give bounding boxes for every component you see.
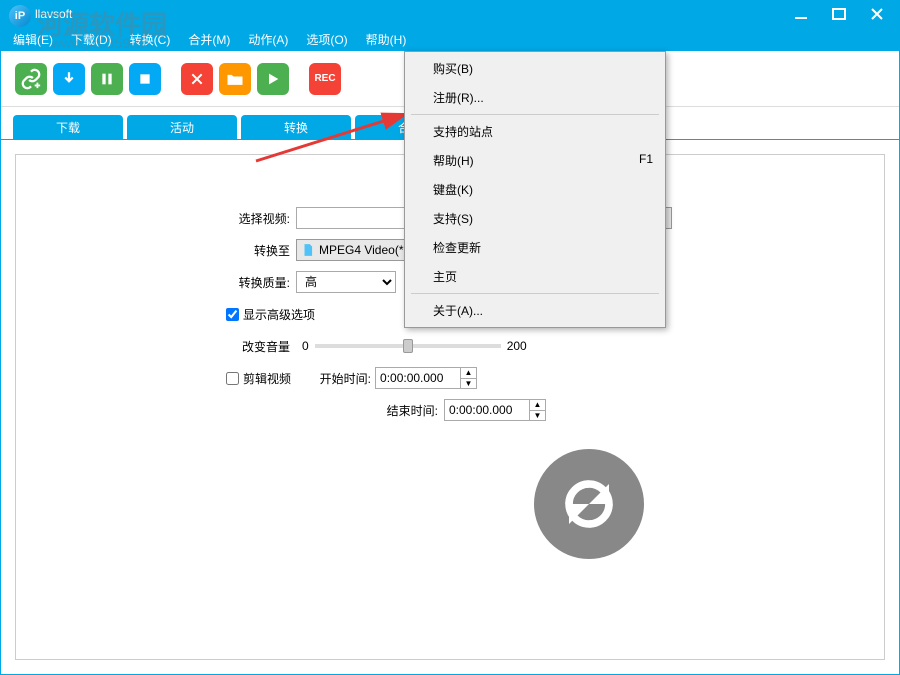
dd-buy[interactable]: 购买(B) (407, 54, 663, 83)
end-time-value: 0:00:00.000 (445, 403, 529, 417)
tab-download[interactable]: 下载 (13, 115, 123, 139)
dd-help-label: 帮助(H) (433, 152, 474, 169)
convert-to-label: 转换至 (226, 242, 290, 259)
dd-check-update[interactable]: 检查更新 (407, 233, 663, 262)
end-time-spinner[interactable]: ▲▼ (529, 400, 545, 420)
pause-button[interactable] (91, 63, 123, 95)
tab-convert[interactable]: 转换 (241, 115, 351, 139)
dd-buy-label: 购买(B) (433, 60, 473, 77)
dd-sites-label: 支持的站点 (433, 123, 493, 140)
end-time-input[interactable]: 0:00:00.000 ▲▼ (444, 399, 546, 421)
dd-keyboard[interactable]: 键盘(K) (407, 175, 663, 204)
dd-check-update-label: 检查更新 (433, 239, 481, 256)
menubar: 编辑(E) 下载(D) 转换(C) 合并(M) 动作(A) 选项(O) 帮助(H… (1, 27, 899, 51)
refresh-icon (559, 474, 619, 534)
dd-separator (411, 114, 659, 115)
dd-support[interactable]: 支持(S) (407, 204, 663, 233)
minimize-button[interactable] (791, 6, 811, 22)
dd-register[interactable]: 注册(R)... (407, 83, 663, 112)
convert-refresh-button[interactable] (534, 449, 644, 559)
quality-label: 转换质量: (226, 274, 290, 291)
open-folder-button[interactable] (219, 63, 251, 95)
app-logo: iP (9, 5, 31, 27)
dd-separator-2 (411, 293, 659, 294)
tab-activity[interactable]: 活动 (127, 115, 237, 139)
dd-help-shortcut: F1 (639, 152, 653, 169)
start-time-input[interactable]: 0:00:00.000 ▲▼ (375, 367, 477, 389)
menu-convert[interactable]: 转换(C) (122, 28, 179, 51)
paste-url-button[interactable] (15, 63, 47, 95)
dd-register-label: 注册(R)... (433, 89, 484, 106)
menu-download[interactable]: 下载(D) (63, 28, 120, 51)
record-button[interactable]: REC (309, 63, 341, 95)
play-button[interactable] (257, 63, 289, 95)
dd-keyboard-label: 键盘(K) (433, 181, 473, 198)
cut-checkbox[interactable] (226, 372, 239, 385)
file-icon (301, 243, 315, 257)
close-button[interactable] (867, 6, 887, 22)
delete-button[interactable] (181, 63, 213, 95)
menu-action[interactable]: 动作(A) (240, 28, 296, 51)
volume-label: 改变音量 (226, 338, 290, 355)
end-time-label: 结束时间: (382, 402, 438, 419)
volume-min: 0 (302, 339, 309, 353)
titlebar: llavsoft (1, 1, 899, 27)
dd-home-label: 主页 (433, 268, 457, 285)
stop-button[interactable] (129, 63, 161, 95)
dd-about[interactable]: 关于(A)... (407, 296, 663, 325)
start-time-label: 开始时间: (315, 370, 371, 387)
menu-merge[interactable]: 合并(M) (180, 28, 238, 51)
dd-home[interactable]: 主页 (407, 262, 663, 291)
quality-select[interactable]: 高 (296, 271, 396, 293)
start-time-value: 0:00:00.000 (376, 371, 460, 385)
download-button[interactable] (53, 63, 85, 95)
volume-thumb[interactable] (403, 339, 413, 353)
help-dropdown: 购买(B) 注册(R)... 支持的站点 帮助(H) F1 键盘(K) 支持(S)… (404, 51, 666, 328)
menu-help[interactable]: 帮助(H) (358, 28, 415, 51)
record-label: REC (314, 73, 335, 84)
dd-sites[interactable]: 支持的站点 (407, 117, 663, 146)
maximize-button[interactable] (829, 6, 849, 22)
volume-max: 200 (507, 339, 527, 353)
volume-slider[interactable] (315, 344, 501, 348)
dd-support-label: 支持(S) (433, 210, 473, 227)
advanced-checkbox[interactable] (226, 308, 239, 321)
menu-edit[interactable]: 编辑(E) (5, 28, 61, 51)
cut-label: 剪辑视频 (243, 370, 291, 387)
window-title: llavsoft (35, 7, 72, 21)
advanced-label: 显示高级选项 (243, 306, 315, 323)
select-video-label: 选择视频: (226, 210, 290, 227)
start-time-spinner[interactable]: ▲▼ (460, 368, 476, 388)
menu-options[interactable]: 选项(O) (298, 28, 355, 51)
dd-about-label: 关于(A)... (433, 302, 483, 319)
dd-help[interactable]: 帮助(H) F1 (407, 146, 663, 175)
